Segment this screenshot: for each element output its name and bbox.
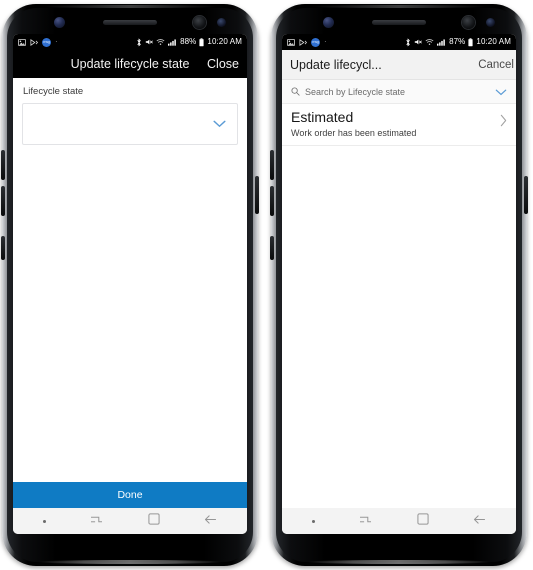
signal-icon xyxy=(168,38,177,46)
status-bar-left: msg · 88% 10:20 AM xyxy=(13,34,247,50)
proximity-sensor-icon xyxy=(486,18,495,27)
cancel-button[interactable]: Cancel xyxy=(478,59,514,71)
back-icon[interactable] xyxy=(473,512,486,530)
status-bar-right: msg · 87% 10:20 AM xyxy=(282,34,516,50)
front-camera-icon xyxy=(462,16,475,29)
wifi-icon xyxy=(425,38,434,46)
list-item[interactable]: Estimated Work order has been estimated xyxy=(282,104,516,146)
lifecycle-state-list: Estimated Work order has been estimated xyxy=(282,104,516,508)
more-dot-icon: · xyxy=(324,37,327,46)
play-icon xyxy=(30,38,38,46)
mute-icon xyxy=(414,38,422,46)
list-empty-area xyxy=(282,145,516,508)
status-bar-right-icons: 87% 10:20 AM xyxy=(405,38,511,47)
clock-label: 10:20 AM xyxy=(476,37,511,46)
menu-dot-icon[interactable] xyxy=(43,519,47,523)
chevron-down-icon[interactable] xyxy=(495,83,507,101)
search-bar[interactable]: Search by Lifecycle state xyxy=(282,80,516,104)
app-bar-right: Update lifecycl... Cancel xyxy=(282,50,516,80)
form-area: Lifecycle state xyxy=(13,78,247,482)
mute-icon xyxy=(145,38,153,46)
recents-icon[interactable] xyxy=(90,512,103,530)
android-nav-bar-left xyxy=(13,508,247,534)
signal-icon xyxy=(437,38,446,46)
top-bezel-left xyxy=(14,12,246,34)
list-item-title: Estimated xyxy=(291,109,354,125)
bixby-button[interactable] xyxy=(270,236,274,260)
status-bar-left-icons: msg · xyxy=(287,37,327,47)
clock-label: 10:20 AM xyxy=(207,37,242,46)
chin-gloss-left xyxy=(37,560,223,564)
volume-up-button[interactable] xyxy=(270,150,274,180)
bluetooth-icon xyxy=(405,37,411,47)
top-gloss-left xyxy=(42,5,218,8)
recents-icon[interactable] xyxy=(359,512,372,530)
status-bar-right-icons: 88% 10:20 AM xyxy=(136,38,242,47)
close-button[interactable]: Close xyxy=(207,57,239,71)
bluetooth-icon xyxy=(136,37,142,47)
bixby-button[interactable] xyxy=(1,236,5,260)
battery-icon xyxy=(199,37,204,47)
app-bar-left: Update lifecycle state Close xyxy=(13,50,247,78)
chin-gloss-right xyxy=(306,560,492,564)
more-dot-icon: · xyxy=(55,37,58,46)
iris-sensor-icon xyxy=(323,17,334,28)
home-icon[interactable] xyxy=(417,512,429,530)
back-icon[interactable] xyxy=(204,512,217,530)
battery-icon xyxy=(468,37,473,47)
battery-percent-label: 88% xyxy=(180,37,197,46)
volume-down-button[interactable] xyxy=(1,186,5,216)
list-item-texts: Estimated Work order has been estimated xyxy=(291,109,494,138)
android-nav-bar-right xyxy=(282,508,516,534)
screen-left: msg · 88% 10:20 AM Update lifecycle stat… xyxy=(13,34,247,534)
screenshot-stage: msg · 88% 10:20 AM Update lifecycle stat… xyxy=(0,0,533,570)
search-icon xyxy=(291,87,300,96)
top-bezel-right xyxy=(283,12,515,34)
image-icon xyxy=(18,38,26,46)
power-button[interactable] xyxy=(524,176,528,214)
volume-up-button[interactable] xyxy=(1,150,5,180)
status-bar-left-icons: msg · xyxy=(18,37,58,47)
power-button[interactable] xyxy=(255,176,259,214)
lifecycle-state-label: Lifecycle state xyxy=(23,86,84,97)
done-button[interactable]: Done xyxy=(13,482,247,508)
battery-percent-label: 87% xyxy=(449,37,466,46)
wifi-icon xyxy=(156,38,165,46)
chevron-right-icon[interactable] xyxy=(500,114,507,132)
iris-sensor-icon xyxy=(54,17,65,28)
image-icon xyxy=(287,38,295,46)
page-title: Update lifecycl... xyxy=(290,57,382,72)
earpiece-speaker-icon xyxy=(103,20,157,25)
search-input[interactable]: Search by Lifecycle state xyxy=(305,87,405,97)
volume-down-button[interactable] xyxy=(270,186,274,216)
earpiece-speaker-icon xyxy=(372,20,426,25)
menu-dot-icon[interactable] xyxy=(312,519,316,523)
screen-right: msg · 87% 10:20 AM Update lifecycl... Ca… xyxy=(282,34,516,534)
done-button-label: Done xyxy=(117,489,143,501)
list-item-subtitle: Work order has been estimated xyxy=(291,127,417,138)
messaging-badge-icon: msg xyxy=(42,37,51,47)
play-icon xyxy=(299,38,307,46)
home-icon[interactable] xyxy=(148,512,160,530)
phone-device-right: msg · 87% 10:20 AM Update lifecycl... Ca… xyxy=(270,4,528,566)
top-gloss-right xyxy=(311,5,487,8)
phone-device-left: msg · 88% 10:20 AM Update lifecycle stat… xyxy=(1,4,259,566)
proximity-sensor-icon xyxy=(217,18,226,27)
front-camera-icon xyxy=(193,16,206,29)
messaging-badge-icon: msg xyxy=(311,37,320,47)
lifecycle-state-select[interactable] xyxy=(22,103,238,145)
chevron-down-icon[interactable] xyxy=(213,115,226,133)
